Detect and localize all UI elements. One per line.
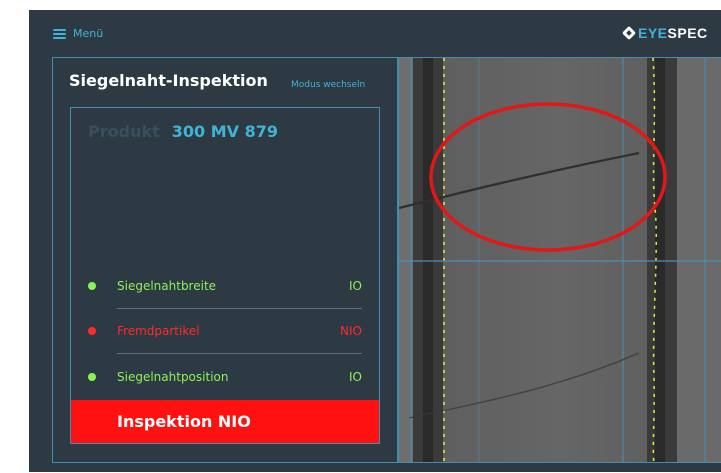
check-row-siegelnahtbreite: Siegelnahtbreite IO bbox=[88, 275, 362, 297]
panel-title: Siegelnaht-Inspektion bbox=[69, 71, 268, 90]
camera-image-view bbox=[398, 57, 721, 463]
status-dot-icon bbox=[88, 282, 96, 290]
check-status: IO bbox=[349, 370, 362, 384]
status-dot-icon bbox=[88, 373, 96, 381]
top-bar: Menü EYESPEC bbox=[29, 10, 721, 56]
result-text: Inspektion NIO bbox=[117, 412, 251, 431]
check-label: Siegelnahtposition bbox=[117, 370, 229, 384]
diamond-logo-icon bbox=[621, 25, 637, 41]
product-label: Produkt bbox=[88, 122, 160, 141]
result-box: Produkt 300 MV 879 Siegelnahtbreite IO F… bbox=[70, 107, 380, 444]
logo-text: EYESPEC bbox=[638, 25, 708, 41]
seal-seam-image bbox=[399, 58, 721, 462]
divider bbox=[117, 353, 362, 354]
check-row-siegelnahtposition: Siegelnahtposition IO bbox=[88, 366, 362, 388]
divider bbox=[117, 308, 362, 309]
check-label: Siegelnahtbreite bbox=[117, 279, 217, 293]
status-dot-icon bbox=[88, 327, 96, 335]
check-status: IO bbox=[349, 279, 362, 293]
check-status: NIO bbox=[340, 324, 362, 338]
menu-label: Menü bbox=[73, 27, 104, 40]
result-banner: Inspektion NIO bbox=[71, 400, 379, 443]
product-value: 300 MV 879 bbox=[171, 122, 278, 141]
check-row-fremdpartikel: Fremdpartikel NIO bbox=[88, 320, 362, 342]
logo: EYESPEC bbox=[621, 25, 708, 41]
inspection-app: Menü EYESPEC Siegelnaht-Inspektion Modus… bbox=[29, 10, 721, 472]
menu-button[interactable]: Menü bbox=[53, 27, 103, 40]
inspection-panel: Siegelnaht-Inspektion Modus wechseln Pro… bbox=[52, 57, 398, 463]
hamburger-icon bbox=[53, 28, 66, 39]
mode-switch-link[interactable]: Modus wechseln bbox=[291, 80, 365, 90]
check-label: Fremdpartikel bbox=[117, 324, 200, 338]
product-row: Produkt 300 MV 879 bbox=[88, 122, 278, 141]
